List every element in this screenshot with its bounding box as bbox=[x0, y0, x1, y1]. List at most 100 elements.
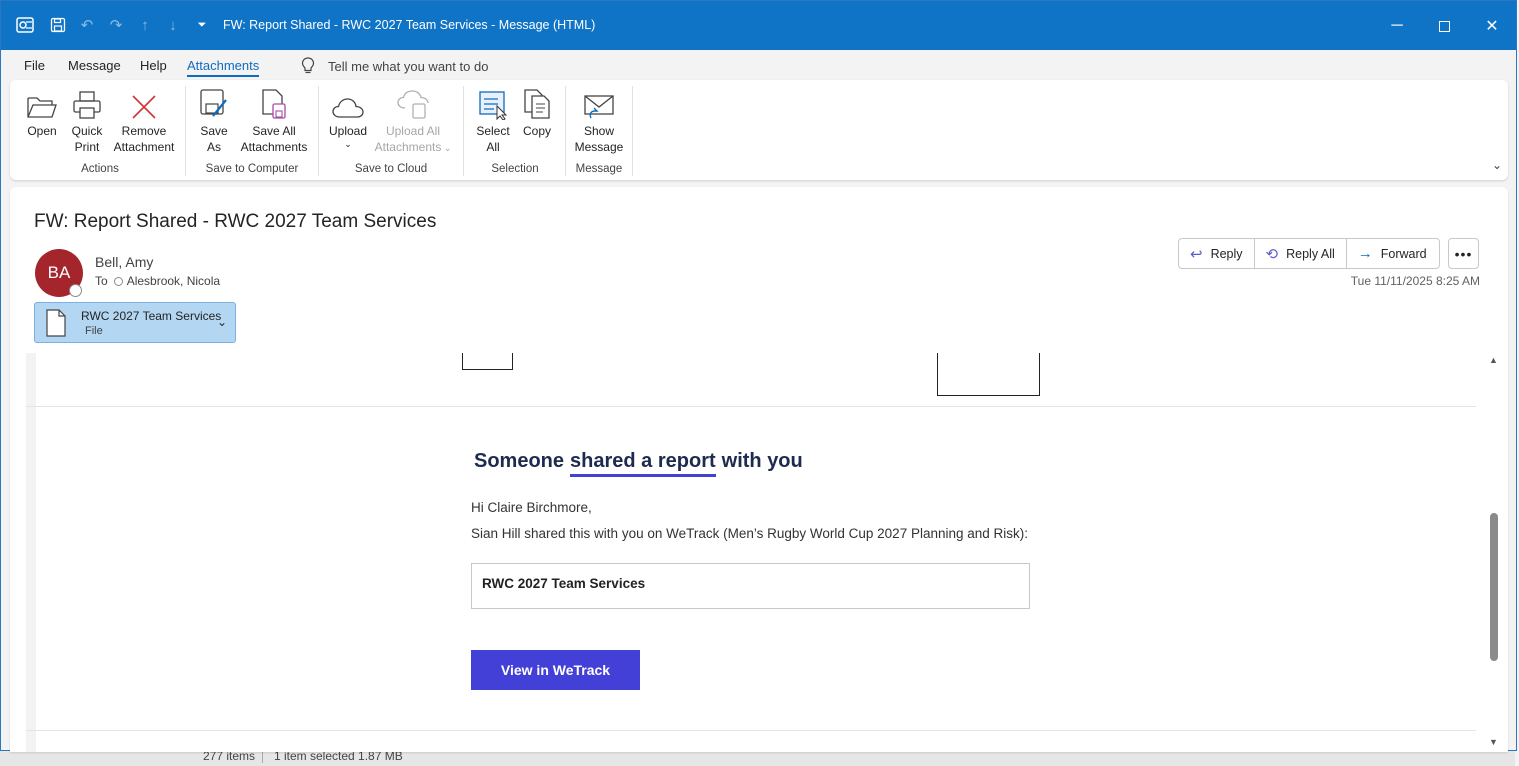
ribbon-separator bbox=[632, 86, 633, 176]
email-shared-line: Sian Hill shared this with you on WeTrac… bbox=[471, 526, 1029, 541]
body-left-margin bbox=[26, 353, 36, 752]
tab-attachments[interactable]: Attachments bbox=[187, 58, 260, 77]
remove-attachment-button[interactable]: Remove Attachment bbox=[111, 86, 177, 155]
undo-icon[interactable]: ↶ bbox=[77, 15, 97, 35]
save-as-button[interactable]: Save As bbox=[196, 86, 232, 155]
ribbon-expand-icon[interactable]: ⌄ bbox=[1492, 158, 1502, 172]
reply-actions: ↩ Reply ⟲ Reply All → Forward bbox=[1178, 238, 1440, 269]
report-card: RWC 2027 Team Services bbox=[471, 563, 1030, 609]
reply-all-icon: ⟲ bbox=[1265, 245, 1279, 263]
email-greeting: Hi Claire Birchmore, bbox=[471, 500, 592, 515]
recipients-line: To Alesbrook, Nicola bbox=[95, 274, 220, 288]
chevron-down-icon[interactable]: ⌄ bbox=[217, 315, 227, 329]
envelope-icon bbox=[584, 95, 614, 119]
message-subject: FW: Report Shared - RWC 2027 Team Servic… bbox=[34, 211, 437, 232]
remove-label-1: Remove bbox=[121, 124, 167, 138]
show-message-button[interactable]: Show Message bbox=[574, 86, 624, 155]
minimize-icon[interactable]: ─ bbox=[1382, 11, 1412, 41]
save-all-label-1: Save All bbox=[252, 124, 296, 138]
reply-label: Reply bbox=[1210, 246, 1243, 261]
upload-label: Upload bbox=[328, 124, 368, 138]
copy-button[interactable]: Copy bbox=[519, 86, 555, 139]
email-body: Someone shared a report with you Hi Claire… bbox=[26, 353, 1476, 752]
select-all-button[interactable]: Select All bbox=[474, 86, 512, 155]
save-as-label-2: As bbox=[206, 140, 221, 154]
upload-button[interactable]: Upload ⌄ bbox=[326, 86, 370, 149]
recipient-name[interactable]: Alesbrook, Nicola bbox=[127, 274, 220, 288]
forward-icon: → bbox=[1357, 245, 1373, 262]
group-label-selection: Selection bbox=[491, 163, 539, 175]
upload-all-label-1: Upload All bbox=[385, 124, 441, 138]
quick-print-label-2: Print bbox=[74, 140, 100, 154]
scroll-up-icon[interactable]: ▲ bbox=[1489, 355, 1498, 365]
group-label-save-to-computer: Save to Computer bbox=[205, 163, 299, 175]
window-title: FW: Report Shared - RWC 2027 Team Servic… bbox=[223, 18, 596, 32]
save-as-icon bbox=[200, 89, 227, 117]
attachment-chip[interactable]: RWC 2027 Team Services File ⌄ bbox=[34, 302, 236, 343]
upload-all-label-2: Attachments ⌄ bbox=[372, 139, 454, 156]
show-message-label-1: Show bbox=[583, 124, 615, 138]
save-all-attachments-button[interactable]: Save All Attachments bbox=[239, 86, 309, 155]
show-message-label-2: Message bbox=[574, 140, 624, 154]
close-icon[interactable]: ✕ bbox=[1477, 11, 1507, 41]
ribbon-separator bbox=[185, 86, 186, 176]
outlook-app-icon[interactable] bbox=[15, 15, 35, 35]
maximize-icon[interactable] bbox=[1429, 11, 1459, 41]
printer-icon bbox=[73, 91, 101, 119]
quick-print-label-1: Quick bbox=[71, 124, 103, 138]
remove-label-2: Attachment bbox=[113, 140, 175, 154]
save-all-label-2: Attachments bbox=[240, 140, 308, 154]
tab-file[interactable]: File bbox=[24, 58, 45, 73]
upload-all-attachments-button[interactable]: Upload All Attachments ⌄ bbox=[372, 86, 454, 156]
ribbon-separator bbox=[565, 86, 566, 176]
reply-icon: ↩ bbox=[1190, 245, 1203, 263]
vertical-scrollbar[interactable]: ▲ ▼ bbox=[1485, 353, 1503, 749]
save-all-icon bbox=[262, 89, 286, 119]
select-all-label-1: Select bbox=[476, 124, 510, 138]
file-icon bbox=[46, 309, 66, 337]
image-frame-fragment bbox=[462, 353, 513, 370]
upload-all-label-2-text: Attachments bbox=[374, 140, 442, 154]
to-label: To bbox=[95, 274, 108, 288]
tab-message[interactable]: Message bbox=[68, 58, 121, 73]
scroll-down-icon[interactable]: ▼ bbox=[1489, 737, 1498, 747]
save-icon[interactable] bbox=[48, 15, 68, 35]
recipient-presence-icon bbox=[113, 276, 123, 286]
previous-item-icon[interactable]: ↑ bbox=[135, 15, 155, 35]
group-label-actions: Actions bbox=[81, 163, 119, 175]
open-button[interactable]: Open bbox=[24, 86, 60, 139]
image-frame-fragment bbox=[937, 353, 1040, 396]
report-name: RWC 2027 Team Services bbox=[482, 576, 646, 591]
scrollbar-thumb[interactable] bbox=[1490, 513, 1498, 661]
reply-all-button[interactable]: ⟲ Reply All bbox=[1255, 239, 1347, 268]
email-headline: Someone shared a report with you bbox=[474, 450, 803, 477]
view-in-wetrack-button[interactable]: View in WeTrack bbox=[471, 650, 640, 690]
ribbon: Open Quick Print Remove Attachment Actio… bbox=[10, 80, 1508, 180]
cloud-icon bbox=[332, 98, 364, 118]
ribbon-separator bbox=[463, 86, 464, 176]
next-item-icon[interactable]: ↓ bbox=[163, 15, 183, 35]
avatar-initials: BA bbox=[47, 263, 71, 282]
copy-label: Copy bbox=[522, 124, 551, 138]
title-bar: ↶ ↷ ↑ ↓ ⏷ FW: Report Shared - RWC 2027 T… bbox=[1, 1, 1516, 50]
more-actions-button[interactable]: ••• bbox=[1448, 238, 1479, 269]
headline-part-2: shared a report bbox=[570, 450, 716, 477]
reply-button[interactable]: ↩ Reply bbox=[1179, 239, 1255, 268]
tell-me-search[interactable]: Tell me what you want to do bbox=[301, 57, 488, 75]
reply-all-label: Reply All bbox=[1286, 246, 1335, 261]
customize-toolbar-icon[interactable]: ⏷ bbox=[192, 15, 212, 35]
tab-help[interactable]: Help bbox=[140, 58, 167, 73]
attachment-name: RWC 2027 Team Services bbox=[81, 309, 222, 323]
attachment-type: File bbox=[85, 325, 103, 337]
ribbon-tabs: File Message Help Attachments Tell me wh… bbox=[1, 50, 1516, 80]
select-all-icon bbox=[479, 91, 508, 120]
forward-button[interactable]: → Forward bbox=[1347, 239, 1439, 268]
select-all-label-2: All bbox=[486, 140, 500, 154]
redo-icon[interactable]: ↷ bbox=[106, 15, 126, 35]
upload-dropdown-icon: ⌄ bbox=[344, 139, 352, 149]
cloud-upload-all-icon bbox=[397, 90, 429, 119]
quick-print-button[interactable]: Quick Print bbox=[67, 86, 107, 155]
tell-me-text: Tell me what you want to do bbox=[328, 58, 489, 74]
sender-name[interactable]: Bell, Amy bbox=[95, 254, 153, 270]
forward-label: Forward bbox=[1380, 246, 1427, 261]
